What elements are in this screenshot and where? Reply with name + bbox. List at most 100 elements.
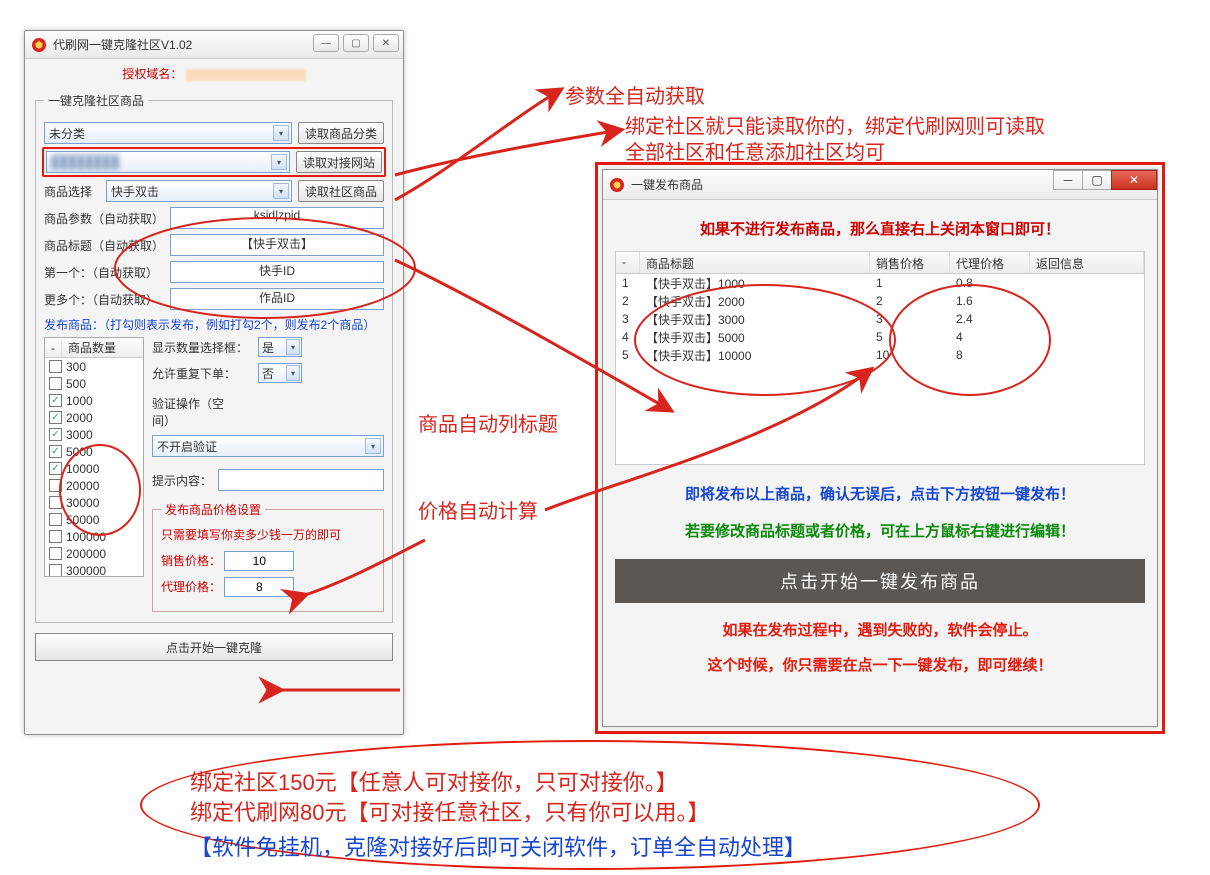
read-site-button[interactable]: 读取对接网站	[296, 151, 382, 173]
titlebar[interactable]: 代刷网一键克隆社区V1.02 — ▢ ✕	[25, 31, 403, 59]
qty-item[interactable]: ✓3000	[45, 426, 143, 443]
title-label: 商品标题（自动获取）	[44, 237, 164, 254]
annotation-bind-line1: 绑定社区就只能读取你的，绑定代刷网则可读取	[625, 110, 1045, 139]
checkbox-icon[interactable]: ✓	[49, 411, 62, 424]
clone-window: 代刷网一键克隆社区V1.02 — ▢ ✕ 授权域名： 一键克隆社区商品 未分类 …	[24, 30, 404, 735]
checkbox-icon[interactable]	[49, 547, 62, 560]
price-settings-group: 发布商品价格设置 只需要填写你卖多少钱一万的即可 销售价格： 代理价格：	[152, 501, 384, 612]
annotation-auto-process: 【软件免挂机，克隆对接好后即可关闭软件，订单全自动处理】	[190, 830, 806, 862]
fieldset-legend: 一键克隆社区商品	[44, 92, 148, 109]
annotation-bind-line2: 全部社区和任意添加社区均可	[625, 136, 885, 165]
maximize-button[interactable]: ▢	[343, 34, 369, 52]
annotation-params: 参数全自动获取	[565, 80, 705, 109]
qty-item[interactable]: 200000	[45, 545, 143, 562]
qty-item[interactable]: ✓10000	[45, 460, 143, 477]
agent-price-input[interactable]	[224, 577, 294, 597]
chevron-down-icon: ▾	[286, 339, 300, 355]
qty-item[interactable]: 50000	[45, 511, 143, 528]
category-combo[interactable]: 未分类 ▾	[44, 122, 292, 144]
auth-domain-row: 授权域名：	[25, 59, 403, 88]
verify-combo[interactable]: 不开启验证▾	[152, 435, 384, 457]
start-clone-button[interactable]: 点击开始一键克隆	[35, 633, 393, 661]
checkbox-icon[interactable]	[49, 496, 62, 509]
col-return-msg: 返回信息	[1030, 252, 1144, 273]
read-community-button[interactable]: 读取社区商品	[298, 180, 384, 202]
app-icon	[609, 177, 625, 193]
title-field[interactable]: 【快手双击】	[170, 234, 384, 256]
quantity-list[interactable]: -商品数量 300500✓1000✓2000✓3000✓5000✓1000020…	[44, 337, 144, 577]
fail-msg-2: 这个时候，你只需要在点一下一键发布，即可继续！	[613, 654, 1147, 675]
maximize-button[interactable]: ▢	[1082, 170, 1112, 190]
confirm-msg: 即将发布以上商品，确认无误后，点击下方按钮一键发布！	[613, 483, 1147, 504]
show-qty-label: 显示数量选择框：	[152, 339, 252, 356]
clone-products-group: 一键克隆社区商品 未分类 ▾ 读取商品分类 ████████ ▾ 读取对接网站 …	[35, 92, 393, 623]
table-row[interactable]: 3【快手双击】300032.4	[616, 310, 1144, 328]
window-title: 代刷网一键克隆社区V1.02	[53, 36, 192, 53]
param-field[interactable]: ksid|zpid	[170, 207, 384, 229]
col-index: -	[616, 252, 640, 273]
product-select-label: 商品选择	[44, 183, 100, 200]
read-category-button[interactable]: 读取商品分类	[298, 122, 384, 144]
table-row[interactable]: 2【快手双击】200021.6	[616, 292, 1144, 310]
param-label: 商品参数（自动获取）	[44, 210, 164, 227]
titlebar[interactable]: 一键发布商品 ─ ▢ ✕	[603, 170, 1157, 200]
annotation-auto-price: 价格自动计算	[418, 495, 538, 524]
price-legend: 发布商品价格设置	[161, 501, 265, 518]
qty-item[interactable]: ✓5000	[45, 443, 143, 460]
repeat-label: 允许重复下单：	[152, 365, 252, 382]
checkbox-icon[interactable]	[49, 564, 62, 577]
publish-window: 一键发布商品 ─ ▢ ✕ 如果不进行发布商品，那么直接右上关闭本窗口即可！ - …	[602, 169, 1158, 727]
qty-item[interactable]: 100000	[45, 528, 143, 545]
checkbox-icon[interactable]: ✓	[49, 394, 62, 407]
checkbox-icon[interactable]: ✓	[49, 445, 62, 458]
qty-item[interactable]: 500	[45, 375, 143, 392]
start-publish-button[interactable]: 点击开始一键发布商品	[615, 559, 1145, 603]
annotation-price-community: 绑定社区150元【任意人可对接你，只可对接你。】	[190, 765, 678, 797]
checkbox-icon[interactable]: ✓	[49, 428, 62, 441]
minimize-button[interactable]: ─	[1053, 170, 1083, 190]
checkbox-icon[interactable]: ✓	[49, 462, 62, 475]
minimize-button[interactable]: —	[313, 34, 339, 52]
checkbox-icon[interactable]	[49, 530, 62, 543]
auth-domain-obscured	[186, 69, 306, 81]
sell-price-label: 销售价格：	[161, 552, 221, 569]
qty-item[interactable]: 20000	[45, 477, 143, 494]
auth-label: 授权域名：	[122, 67, 182, 81]
qty-item[interactable]: ✓2000	[45, 409, 143, 426]
annotation-auto-title: 商品自动列标题	[418, 408, 558, 437]
site-combo[interactable]: ████████ ▾	[46, 151, 290, 173]
chevron-down-icon: ▾	[273, 125, 289, 141]
tip-input[interactable]	[218, 469, 384, 491]
checkbox-icon[interactable]	[49, 513, 62, 526]
table-row[interactable]: 1【快手双击】100010.8	[616, 274, 1144, 292]
table-row[interactable]: 5【快手双击】10000108	[616, 346, 1144, 364]
close-button[interactable]: ✕	[1111, 170, 1157, 190]
sell-price-input[interactable]	[224, 551, 294, 571]
first-field[interactable]: 快手ID	[170, 261, 384, 283]
qty-item[interactable]: ✓1000	[45, 392, 143, 409]
agent-price-label: 代理价格：	[161, 578, 221, 595]
qty-header: 商品数量	[61, 339, 143, 356]
qty-item[interactable]: 300000	[45, 562, 143, 577]
fail-msg-1: 如果在发布过程中，遇到失败的，软件会停止。	[613, 619, 1147, 640]
col-title: 商品标题	[640, 252, 870, 273]
checkbox-icon[interactable]	[49, 377, 62, 390]
more-field[interactable]: 作品ID	[170, 288, 384, 310]
show-qty-combo[interactable]: 是▾	[258, 337, 302, 357]
checkbox-icon[interactable]	[49, 479, 62, 492]
red-notice: 如果不进行发布商品，那么直接右上关闭本窗口即可！	[603, 200, 1157, 251]
checkbox-icon[interactable]	[49, 360, 62, 373]
chevron-down-icon: ▾	[273, 183, 289, 199]
verify-label: 验证操作（空间）	[152, 395, 240, 429]
tip-label: 提示内容：	[152, 472, 212, 489]
table-row[interactable]: 4【快手双击】500054	[616, 328, 1144, 346]
product-combo[interactable]: 快手双击 ▾	[106, 180, 292, 202]
products-table[interactable]: - 商品标题 销售价格 代理价格 返回信息 1【快手双击】100010.82【快…	[615, 251, 1145, 465]
repeat-combo[interactable]: 否▾	[258, 363, 302, 383]
col-agent-price: 代理价格	[950, 252, 1030, 273]
close-button[interactable]: ✕	[373, 34, 399, 52]
qty-item[interactable]: 30000	[45, 494, 143, 511]
qty-item[interactable]: 300	[45, 358, 143, 375]
chevron-down-icon: ▾	[365, 438, 381, 454]
col-sell-price: 销售价格	[870, 252, 950, 273]
